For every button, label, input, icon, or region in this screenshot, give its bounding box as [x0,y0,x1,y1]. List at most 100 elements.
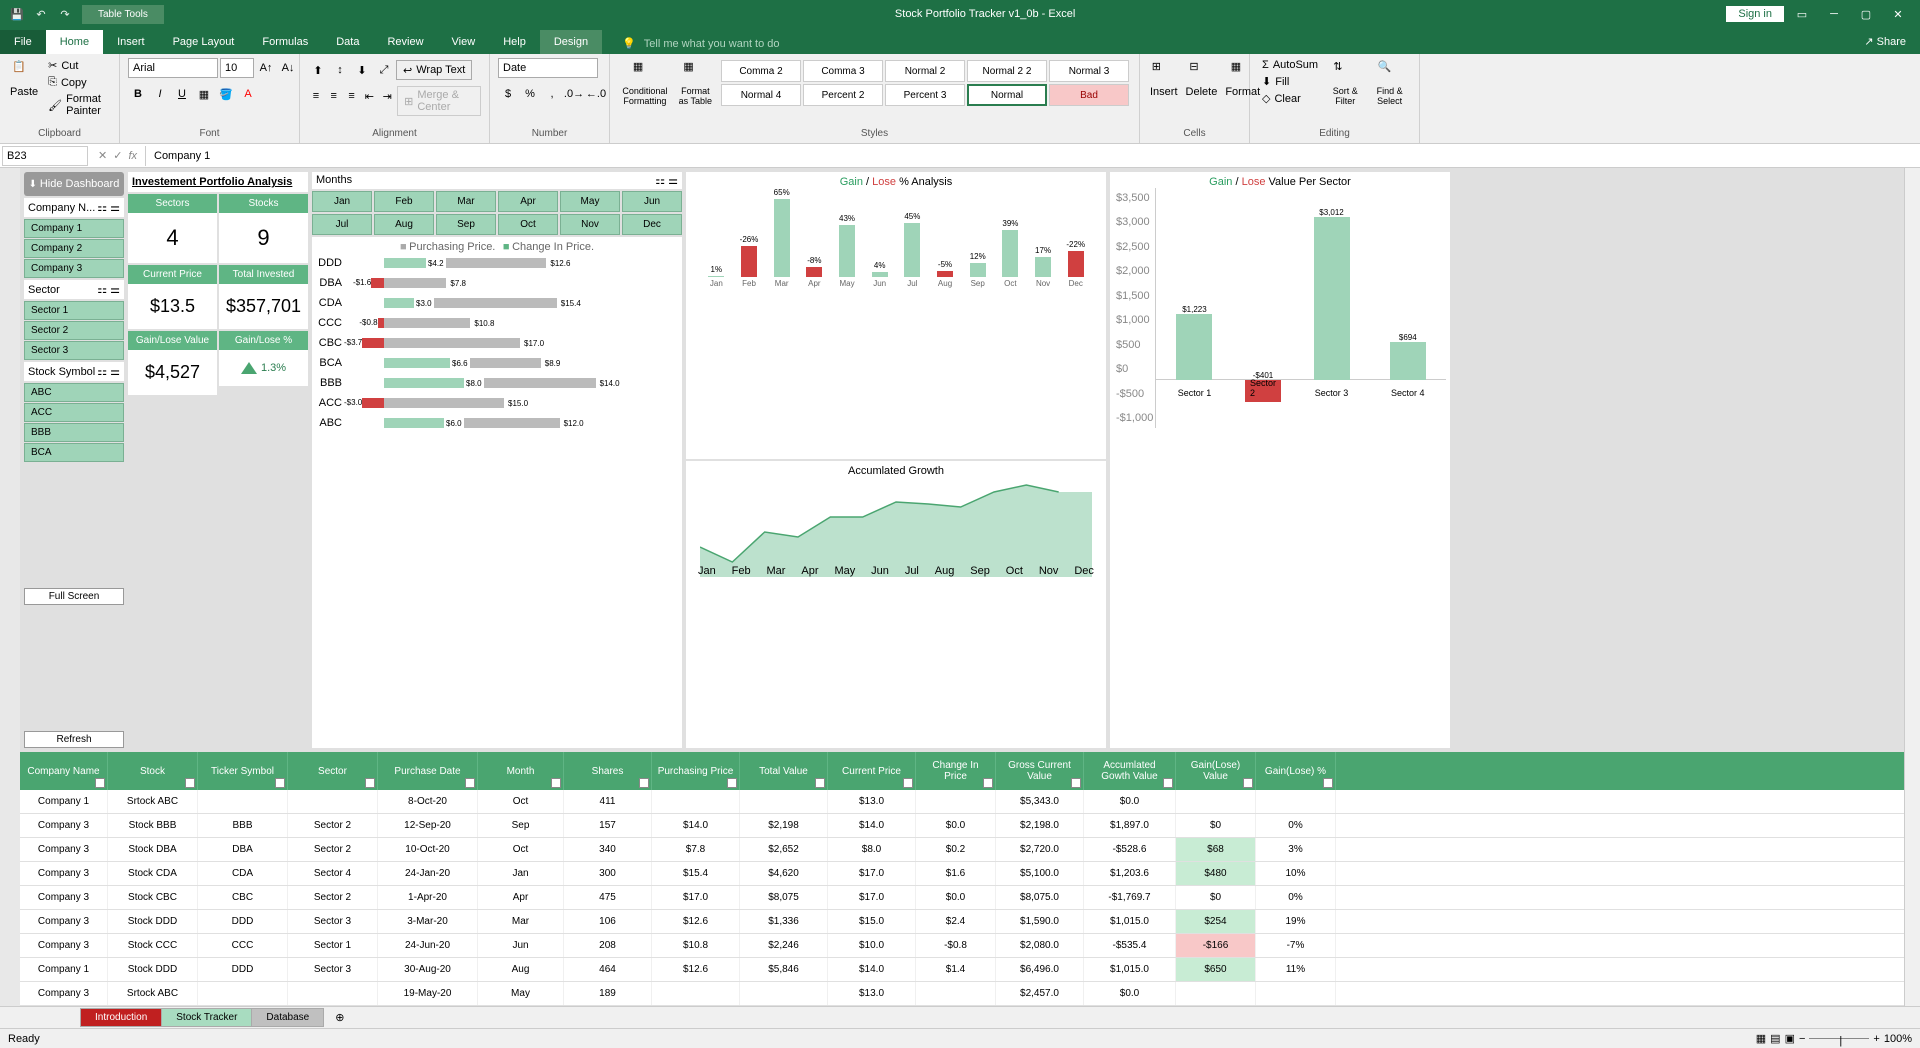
column-header[interactable]: Change In Price [916,752,996,790]
zoom-out-button[interactable]: − [1799,1033,1805,1045]
clear-button[interactable]: ◇ Clear [1258,91,1322,106]
merge-button[interactable]: ⊞ Merge & Center [397,86,481,116]
month-button[interactable]: Oct [498,214,558,235]
close-icon[interactable]: ✕ [1884,3,1912,25]
name-box[interactable] [2,146,88,166]
table-row[interactable]: Company 3Stock DBADBASector 210-Oct-20Oc… [20,838,1904,862]
view-break-icon[interactable]: ▣ [1785,1032,1795,1045]
border-button[interactable]: ▦ [194,84,214,104]
style-item[interactable]: Comma 2 [721,60,801,82]
fill-button[interactable]: ⬇ Fill [1258,74,1322,89]
sheet-tab[interactable]: Stock Tracker [161,1008,252,1027]
column-header[interactable]: Shares [564,752,652,790]
font-select[interactable] [128,58,218,78]
filter-icon[interactable]: ⚏ ⚌ [97,201,120,214]
filter-dropdown-icon[interactable] [1323,778,1333,788]
slicer-item[interactable]: Sector 3 [24,341,124,360]
bold-button[interactable]: B [128,84,148,104]
column-header[interactable]: Gross Current Value [996,752,1084,790]
hide-dashboard-button[interactable]: ⬇ Hide Dashboard [24,172,124,196]
refresh-button[interactable]: Refresh [24,731,124,748]
table-row[interactable]: Company 1Srtock ABC8-Oct-20Oct411$13.0$5… [20,790,1904,814]
filter-icon[interactable]: ⚏ ⚌ [655,174,678,187]
fontsize-select[interactable] [220,58,254,78]
style-item[interactable]: Normal 4 [721,84,801,106]
formula-content[interactable]: Company 1 [146,150,1920,162]
month-button[interactable]: Dec [622,214,682,235]
tab-design[interactable]: Design [540,30,602,54]
fill-color-button[interactable]: 🪣 [216,84,236,104]
column-header[interactable]: Current Price [828,752,916,790]
filter-dropdown-icon[interactable] [639,778,649,788]
align-right-icon[interactable]: ≡ [344,86,360,106]
filter-dropdown-icon[interactable] [551,778,561,788]
column-header[interactable]: Purchase Date [378,752,478,790]
month-button[interactable]: Feb [374,191,434,212]
align-bottom-icon[interactable]: ⬇ [352,60,372,80]
slicer-item[interactable]: Company 3 [24,259,124,278]
autosum-button[interactable]: Σ AutoSum [1258,58,1322,72]
style-item[interactable]: Normal 3 [1049,60,1129,82]
slicer-item[interactable]: ACC [24,403,124,422]
row-headers[interactable] [0,168,20,1006]
styles-gallery[interactable]: Comma 2 Comma 3 Normal 2 Normal 2 2 Norm… [719,58,1131,108]
column-header[interactable]: Gain(Lose) Value [1176,752,1256,790]
sort-filter-button[interactable]: ⇅Sort & Filter [1326,58,1364,108]
insert-cells-button[interactable]: ⊞Insert [1148,58,1180,100]
undo-icon[interactable]: ↶ [32,5,50,23]
align-top-icon[interactable]: ⬆ [308,60,328,80]
cut-button[interactable]: ✂Cut [44,58,111,73]
month-button[interactable]: Jun [622,191,682,212]
tab-pagelayout[interactable]: Page Layout [159,30,249,54]
find-select-button[interactable]: 🔍Find & Select [1368,58,1411,108]
tab-review[interactable]: Review [373,30,437,54]
sheet-tab[interactable]: Database [251,1008,324,1027]
align-middle-icon[interactable]: ↕ [330,60,350,80]
format-table-button[interactable]: ▦Format as Table [676,58,715,108]
style-item[interactable]: Normal 2 [885,60,965,82]
tab-view[interactable]: View [438,30,490,54]
enter-icon[interactable]: ✓ [113,149,122,162]
table-row[interactable]: Company 3Srtock ABC19-May-20May189$13.0$… [20,982,1904,1006]
slicer-item[interactable]: Company 2 [24,239,124,258]
filter-dropdown-icon[interactable] [185,778,195,788]
currency-icon[interactable]: $ [498,84,518,104]
tab-insert[interactable]: Insert [103,30,159,54]
column-header[interactable]: Ticker Symbol [198,752,288,790]
style-item[interactable]: Bad [1049,84,1129,106]
align-center-icon[interactable]: ≡ [326,86,342,106]
style-item[interactable]: Percent 2 [803,84,883,106]
maximize-icon[interactable]: ▢ [1852,3,1880,25]
slicer-item[interactable]: BBB [24,423,124,442]
ribbon-options-icon[interactable]: ▭ [1788,3,1816,25]
fx-icon[interactable]: fx [128,150,137,162]
save-icon[interactable]: 💾 [8,5,26,23]
tab-formulas[interactable]: Formulas [248,30,322,54]
grow-font-icon[interactable]: A↑ [256,58,276,78]
tab-home[interactable]: Home [46,30,103,54]
month-button[interactable]: Aug [374,214,434,235]
view-normal-icon[interactable]: ▦ [1756,1032,1766,1045]
month-button[interactable]: Jan [312,191,372,212]
slicer-item[interactable]: Sector 1 [24,301,124,320]
orientation-icon[interactable]: ⤢ [374,60,394,80]
style-item[interactable]: Comma 3 [803,60,883,82]
table-row[interactable]: Company 1Stock DDDDDDSector 330-Aug-20Au… [20,958,1904,982]
fullscreen-button[interactable]: Full Screen [24,588,124,605]
filter-dropdown-icon[interactable] [1071,778,1081,788]
filter-dropdown-icon[interactable] [903,778,913,788]
format-painter-button[interactable]: 🖌Format Painter [44,92,111,118]
column-header[interactable]: Purchasing Price [652,752,740,790]
month-button[interactable]: Apr [498,191,558,212]
redo-icon[interactable]: ↷ [56,5,74,23]
filter-dropdown-icon[interactable] [365,778,375,788]
month-button[interactable]: May [560,191,620,212]
align-left-icon[interactable]: ≡ [308,86,324,106]
table-row[interactable]: Company 3Stock DDDDDDSector 33-Mar-20Mar… [20,910,1904,934]
conditional-formatting-button[interactable]: ▦Conditional Formatting [618,58,672,108]
signin-button[interactable]: Sign in [1726,6,1784,22]
share-button[interactable]: ↗ Share [1850,29,1920,54]
column-header[interactable]: Company Name [20,752,108,790]
paste-button[interactable]: 📋Paste [8,58,40,100]
month-button[interactable]: Jul [312,214,372,235]
